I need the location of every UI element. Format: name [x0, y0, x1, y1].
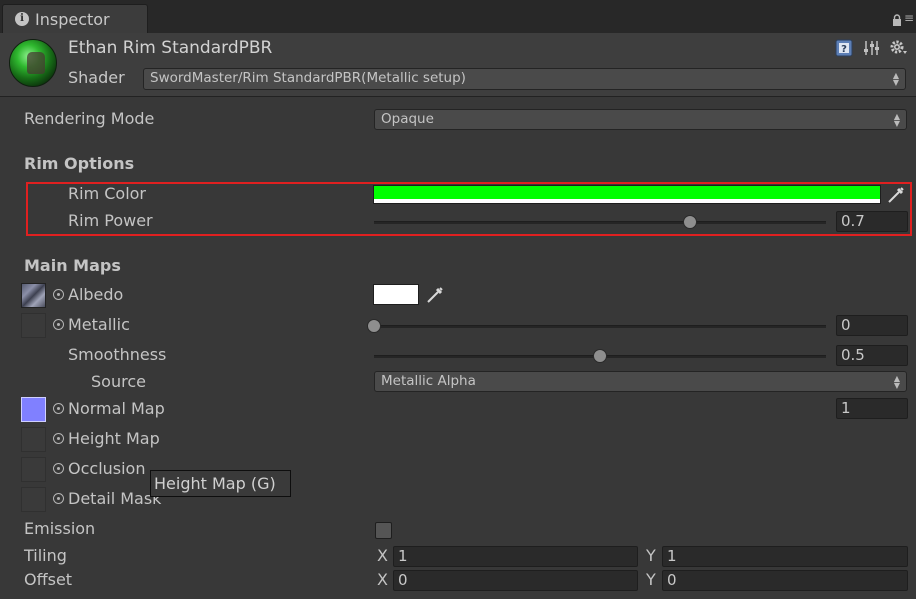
detail-mask-texture-slot[interactable]: [21, 487, 46, 512]
metallic-slider-thumb[interactable]: [367, 319, 381, 333]
material-preview: [9, 39, 57, 87]
rim-highlight-box: [26, 182, 912, 236]
info-icon: i: [15, 12, 29, 26]
tiling-y-field[interactable]: 1: [662, 546, 908, 567]
height-map-label: Height Map: [68, 429, 160, 448]
normal-map-label: Normal Map: [68, 399, 165, 418]
dropdown-arrow-icon: ▲ ▼: [892, 71, 899, 87]
emission-label: Emission: [24, 519, 96, 538]
occlusion-texture-slot[interactable]: [21, 457, 46, 482]
source-value: Metallic Alpha: [381, 373, 476, 389]
tiling-x-field[interactable]: 1: [393, 546, 638, 567]
smoothness-slider-thumb[interactable]: [593, 349, 607, 363]
height-map-texture-slot[interactable]: [21, 427, 46, 452]
source-label: Source: [91, 372, 146, 391]
rendering-mode-value: Opaque: [381, 111, 434, 127]
help-icon[interactable]: ?: [835, 39, 853, 57]
dropdown-arrow-icon: ▲ ▼: [893, 112, 900, 128]
preset-icon[interactable]: [863, 39, 879, 57]
offset-label: Offset: [24, 570, 73, 589]
rim-options-heading: Rim Options: [24, 154, 135, 173]
offset-y-field[interactable]: 0: [662, 570, 908, 591]
rendering-mode-dropdown[interactable]: Opaque ▲ ▼: [374, 109, 907, 130]
svg-text:?: ?: [841, 44, 847, 55]
dropdown-arrow-icon: ▲ ▼: [893, 374, 900, 390]
tooltip-text: Height Map (G): [154, 474, 276, 493]
tiling-x-label: X: [377, 546, 388, 565]
normal-map-scale-field[interactable]: 1: [836, 398, 908, 419]
emission-checkbox[interactable]: [375, 522, 392, 539]
object-picker-icon[interactable]: [53, 319, 64, 330]
main-maps-heading: Main Maps: [24, 256, 121, 275]
detail-mask-label: Detail Mask: [68, 489, 162, 508]
tiling-label: Tiling: [24, 546, 67, 565]
shader-value: SwordMaster/Rim StandardPBR(Metallic set…: [150, 70, 466, 86]
offset-x-label: X: [377, 570, 388, 589]
tab-bar: i Inspector ≡: [0, 0, 916, 33]
metallic-slider-track[interactable]: [374, 325, 826, 328]
shader-dropdown[interactable]: SwordMaster/Rim StandardPBR(Metallic set…: [143, 68, 906, 90]
tab-inspector[interactable]: i Inspector: [2, 4, 148, 33]
metallic-label: Metallic: [68, 315, 130, 334]
metallic-field[interactable]: 0: [836, 315, 908, 336]
normal-map-texture-slot[interactable]: [21, 397, 46, 422]
source-dropdown[interactable]: Metallic Alpha ▲ ▼: [374, 371, 907, 392]
metallic-texture-slot[interactable]: [21, 313, 46, 338]
rendering-mode-label: Rendering Mode: [24, 109, 155, 128]
smoothness-label: Smoothness: [68, 345, 167, 364]
object-picker-icon[interactable]: [53, 493, 64, 504]
lock-icon[interactable]: [892, 14, 902, 26]
shader-label: Shader: [68, 68, 125, 87]
material-header: Ethan Rim StandardPBR Shader SwordMaster…: [0, 33, 916, 97]
albedo-color-field[interactable]: [373, 284, 419, 305]
offset-x-field[interactable]: 0: [393, 570, 638, 591]
tiling-y-label: Y: [646, 546, 656, 565]
eyedropper-icon[interactable]: [425, 285, 445, 305]
albedo-label: Albedo: [68, 285, 124, 304]
object-picker-icon[interactable]: [53, 463, 64, 474]
occlusion-label: Occlusion: [68, 459, 146, 478]
smoothness-field[interactable]: 0.5: [836, 345, 908, 366]
object-picker-icon[interactable]: [53, 403, 64, 414]
tooltip: Height Map (G): [150, 470, 291, 497]
preview-figure: [27, 52, 45, 74]
object-picker-icon[interactable]: [53, 289, 64, 300]
gear-icon[interactable]: [889, 39, 909, 57]
albedo-texture-slot[interactable]: [21, 283, 46, 308]
offset-y-label: Y: [646, 570, 656, 589]
material-name: Ethan Rim StandardPBR: [68, 38, 273, 58]
object-picker-icon[interactable]: [53, 433, 64, 444]
tab-menu-icon[interactable]: ≡: [904, 11, 914, 25]
tab-label: Inspector: [35, 10, 110, 29]
